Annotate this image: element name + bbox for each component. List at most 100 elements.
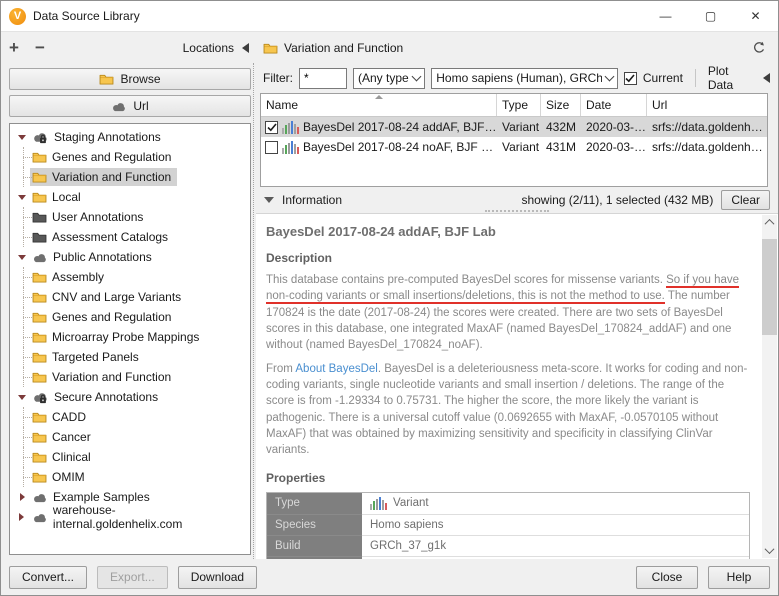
- property-value-text: GRCh_37_g1k: [370, 539, 447, 552]
- collapse-plot-data-icon[interactable]: [763, 73, 770, 83]
- convert-button[interactable]: Convert...: [9, 565, 88, 589]
- information-content: BayesDel 2017-08-24 addAF, BJF Lab Descr…: [256, 214, 778, 559]
- add-location-button[interactable]: +: [9, 39, 35, 56]
- tree-item-assembly[interactable]: Assembly: [10, 267, 250, 287]
- source-date: 2020-03-06: [586, 120, 647, 134]
- property-value-text: Variant: [393, 497, 429, 510]
- scrollbar-thumb[interactable]: [762, 239, 777, 335]
- tree-item-secure-annotations[interactable]: Secure Annotations: [10, 387, 250, 407]
- url-button[interactable]: Url: [9, 95, 251, 117]
- remove-location-button[interactable]: −: [35, 39, 61, 56]
- main-area: Browse Url Staging Annotations Genes and …: [1, 63, 778, 559]
- column-header-size[interactable]: Size: [541, 94, 581, 116]
- folder-icon: [263, 42, 278, 54]
- source-name: BayesDel 2017-08-24 addAF, BJF Lab: [303, 120, 497, 134]
- table-body: BayesDel 2017-08-24 addAF, BJF Lab Varian…: [261, 117, 767, 157]
- current-folder-path: Variation and Function: [255, 41, 403, 55]
- property-label: Location: [267, 556, 362, 559]
- footer-bar: Convert... Export... Download Close Help: [1, 559, 778, 595]
- locations-label: Locations: [182, 40, 234, 55]
- expanded-tree-arrow-icon[interactable]: [14, 135, 30, 140]
- sort-ascending-icon: [375, 95, 383, 99]
- collapsed-tree-arrow-icon[interactable]: [14, 513, 30, 521]
- tree-item-staging-annotations[interactable]: Staging Annotations: [10, 127, 250, 147]
- close-window-button[interactable]: ✕: [733, 1, 778, 31]
- genome-filter-value: Homo sapiens (Human), GRCh37 (hg19: [436, 71, 602, 85]
- tree-item-cadd[interactable]: CADD: [10, 407, 250, 427]
- expanded-tree-arrow-icon[interactable]: [14, 255, 30, 260]
- sidebar-tree: Staging Annotations Genes and Regulation V…: [9, 123, 251, 555]
- scroll-up-icon[interactable]: [762, 215, 777, 230]
- table-row[interactable]: BayesDel 2017-08-24 addAF, BJF Lab Varian…: [261, 117, 767, 137]
- property-value-text: Homo sapiens: [370, 518, 444, 531]
- tree-item-variation-and-function[interactable]: Variation and Function: [10, 367, 250, 387]
- column-header-type[interactable]: Type: [497, 94, 541, 116]
- refresh-icon[interactable]: [752, 41, 766, 55]
- tree-item-targeted-panels[interactable]: Targeted Panels: [10, 347, 250, 367]
- golden-helix-logo-icon: V: [9, 7, 26, 25]
- folder-icon: [32, 331, 47, 343]
- locations-sidebar: Browse Url Staging Annotations Genes and …: [1, 63, 251, 559]
- current-checkbox[interactable]: [623, 71, 637, 85]
- tree-item-microarray-probe-mappings[interactable]: Microarray Probe Mappings: [10, 327, 250, 347]
- properties-table: Type Variant Species Homo sapiens Build GRCh_…: [266, 491, 750, 559]
- folder-icon: [32, 291, 47, 303]
- source-type: Variant: [502, 120, 540, 134]
- tree-item-warehouse-internal-goldenhelix-com[interactable]: warehouse-internal.goldenhelix.com: [10, 503, 250, 531]
- table-header: Name Type Size Date Url: [261, 94, 767, 117]
- expanded-tree-arrow-icon[interactable]: [14, 395, 30, 400]
- scroll-down-icon[interactable]: [762, 543, 777, 558]
- filter-input[interactable]: [299, 67, 347, 89]
- filter-bar: Filter: (Any type) Homo sapiens (Human),…: [256, 63, 778, 93]
- checked-checkbox[interactable]: [265, 120, 278, 134]
- folder-icon: [99, 73, 114, 85]
- tree-item-user-annotations[interactable]: User Annotations: [10, 207, 250, 227]
- tree-item-cnv-and-large-variants[interactable]: CNV and Large Variants: [10, 287, 250, 307]
- type-filter-select[interactable]: (Any type): [353, 67, 426, 89]
- title-bar: V Data Source Library — ▢ ✕: [1, 1, 778, 31]
- browse-button[interactable]: Browse: [9, 68, 251, 90]
- folder-icon: [32, 371, 47, 383]
- tree-item-genes-and-regulation[interactable]: Genes and Regulation: [10, 147, 250, 167]
- column-header-url[interactable]: Url: [647, 94, 767, 116]
- plot-data-label[interactable]: Plot Data: [708, 64, 753, 92]
- tree-item-variation-and-function[interactable]: Variation and Function: [10, 167, 250, 187]
- maximize-button[interactable]: ▢: [688, 1, 733, 31]
- splitter-handle[interactable]: [485, 210, 549, 212]
- table-row[interactable]: BayesDel 2017-08-24 noAF, BJF Lab Variant…: [261, 137, 767, 157]
- clear-button[interactable]: Clear: [721, 190, 770, 210]
- unchecked-checkbox[interactable]: [265, 140, 278, 154]
- selection-status: showing (2/11), 1 selected (432 MB): [521, 193, 714, 207]
- column-header-date[interactable]: Date: [581, 94, 647, 116]
- minimize-button[interactable]: —: [643, 1, 688, 31]
- tree-item-assessment-catalogs[interactable]: Assessment Catalogs: [10, 227, 250, 247]
- current-folder-label: Variation and Function: [284, 40, 404, 55]
- help-button[interactable]: Help: [708, 565, 770, 589]
- collapse-information-icon[interactable]: [264, 197, 274, 203]
- tree-item-genes-and-regulation[interactable]: Genes and Regulation: [10, 307, 250, 327]
- tree-item-local[interactable]: Local: [10, 187, 250, 207]
- expanded-tree-arrow-icon[interactable]: [14, 195, 30, 200]
- export-button[interactable]: Export...: [97, 565, 168, 589]
- tree-item-label: Local: [52, 190, 81, 204]
- source-name: BayesDel 2017-08-24 noAF, BJF Lab: [303, 140, 497, 154]
- close-button[interactable]: Close: [636, 565, 698, 589]
- info-scrollbar: [762, 215, 777, 558]
- tree-item-omim[interactable]: OMIM: [10, 467, 250, 487]
- genome-filter-select[interactable]: Homo sapiens (Human), GRCh37 (hg19: [431, 67, 618, 89]
- about-bayesdel-link[interactable]: About BayesDel: [295, 363, 377, 375]
- information-panel: BayesDel 2017-08-24 addAF, BJF Lab Descr…: [256, 213, 778, 559]
- tree-item-label: Variation and Function: [52, 370, 172, 384]
- folder-icon: [32, 271, 47, 283]
- url-button-label: Url: [133, 99, 149, 113]
- tree-item-cancer[interactable]: Cancer: [10, 427, 250, 447]
- collapse-locations-icon[interactable]: [242, 42, 249, 53]
- variant-bars-icon: [282, 140, 299, 154]
- property-value: Variant: [362, 492, 749, 515]
- paragraph-text: This database contains pre-computed Baye…: [266, 274, 667, 286]
- collapsed-tree-arrow-icon[interactable]: [14, 493, 30, 501]
- window-controls: — ▢ ✕: [643, 1, 778, 31]
- download-button[interactable]: Download: [177, 565, 258, 589]
- tree-item-clinical[interactable]: Clinical: [10, 447, 250, 467]
- tree-item-public-annotations[interactable]: Public Annotations: [10, 247, 250, 267]
